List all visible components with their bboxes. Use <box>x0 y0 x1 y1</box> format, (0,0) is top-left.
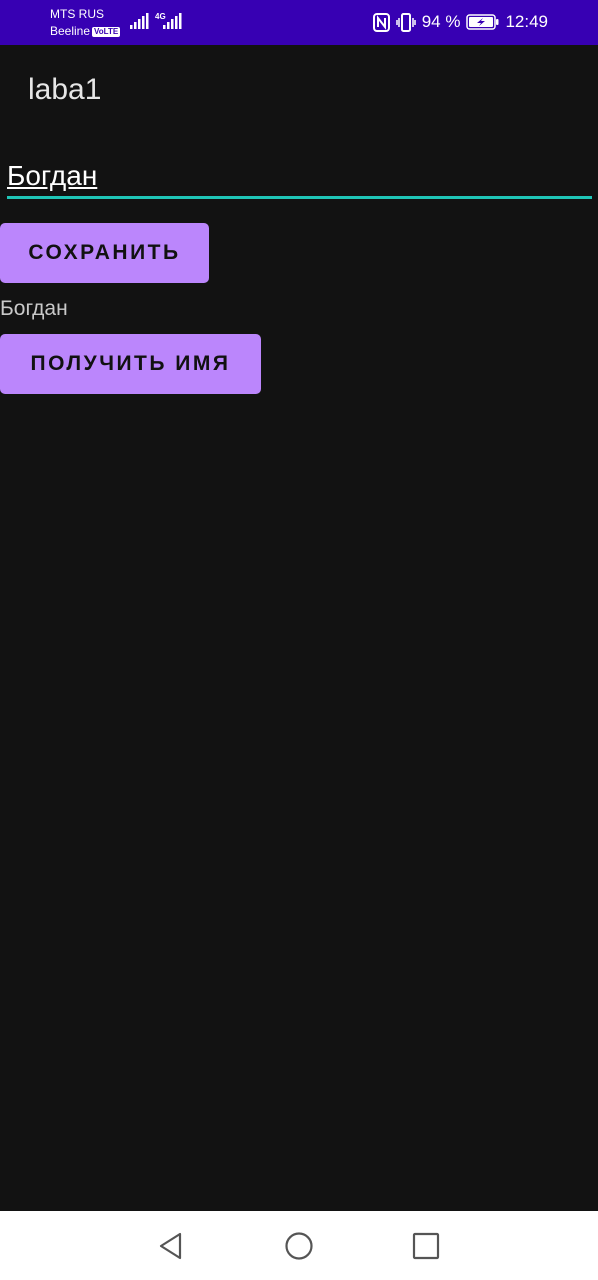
clock-time: 12:49 <box>505 12 548 31</box>
saved-name-text: Богдан <box>0 297 68 320</box>
app-bar: laba1 <box>0 45 598 141</box>
navigation-bar <box>0 1211 598 1280</box>
status-bar: MTS RUS Beeline VoLTE 4G 94 % 12:49 <box>0 0 598 45</box>
volte-badge: VoLTE <box>92 26 121 37</box>
home-circle-icon[interactable] <box>283 1230 315 1262</box>
battery-percent: 94 % <box>421 12 461 31</box>
signal-strength-icon-2 <box>163 13 182 29</box>
app-title: laba1 <box>28 73 102 106</box>
carrier-secondary-row: Beeline VoLTE <box>50 23 121 40</box>
save-button[interactable]: СОХРАНИТЬ <box>0 223 209 283</box>
nfc-icon <box>372 12 390 32</box>
vibrate-icon <box>395 12 416 32</box>
signal-strength-icon <box>130 13 149 29</box>
carrier-secondary: Beeline <box>50 24 91 38</box>
back-triangle-icon[interactable] <box>155 1230 187 1262</box>
name-input[interactable] <box>7 155 592 199</box>
carrier-primary: MTS RUS <box>50 7 104 21</box>
carrier-info: MTS RUS Beeline VoLTE <box>50 6 121 40</box>
recents-square-icon[interactable] <box>410 1230 442 1262</box>
get-name-button[interactable]: ПОЛУЧИТЬ ИМЯ <box>0 334 261 394</box>
status-right-group: 94 % 12:49 <box>372 10 548 34</box>
battery-charging-icon <box>466 14 499 30</box>
